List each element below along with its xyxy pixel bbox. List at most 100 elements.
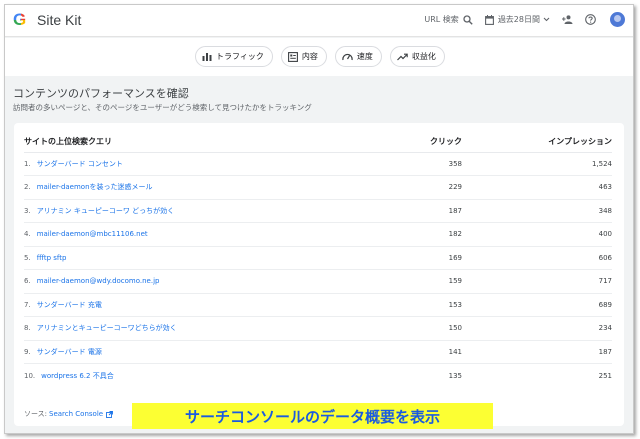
query-link[interactable]: サンダーバード 電源 xyxy=(37,348,102,356)
impressions-cell: 606 xyxy=(462,246,612,270)
table-row: 2. mailer-daemonを装った迷惑メール 229 463 xyxy=(24,175,612,200)
query-link[interactable]: wordpress 6.2 不具合 xyxy=(41,372,114,380)
tab-content[interactable]: 内容 xyxy=(280,46,327,67)
impressions-cell: 463 xyxy=(462,175,612,200)
data-source: ソース: Search Console xyxy=(24,409,114,419)
table-row: 5. ffftp sftp 169 606 xyxy=(24,246,612,270)
table-row: 1. サンダーバード コンセント 358 1,524 xyxy=(24,152,612,176)
top-queries-table: サイトの上位検索クエリ クリック インプレッション 1. サンダーバード コンセン… xyxy=(24,131,612,387)
top-queries-card: サイトの上位検索クエリ クリック インプレッション 1. サンダーバード コンセン… xyxy=(14,123,624,426)
source-prefix: ソース: xyxy=(24,410,48,418)
query-cell: 5. ffftp sftp xyxy=(24,246,372,270)
query-link[interactable]: mailer-daemon@wdy.docomo.ne.jp xyxy=(37,277,160,285)
impressions-cell: 689 xyxy=(462,293,612,317)
query-link[interactable]: サンダーバード コンセント xyxy=(37,160,123,168)
table-header-row: サイトの上位検索クエリ クリック インプレッション xyxy=(24,131,612,153)
search-console-link[interactable]: Search Console xyxy=(49,410,103,418)
impressions-cell: 348 xyxy=(462,199,612,223)
url-search-label: URL 検索 xyxy=(424,15,459,24)
table-row: 7. サンダーバード 充電 153 689 xyxy=(24,293,612,317)
impressions-cell: 717 xyxy=(462,269,612,294)
clicks-cell: 159 xyxy=(372,269,462,294)
tab-monetization[interactable]: 収益化 xyxy=(389,46,445,67)
impressions-cell: 400 xyxy=(462,222,612,247)
table-row: 6. mailer-daemon@wdy.docomo.ne.jp 159 717 xyxy=(24,269,612,294)
search-icon xyxy=(463,14,473,25)
query-link[interactable]: mailer-daemon@mbc11106.net xyxy=(37,230,148,238)
table-row: 10. wordpress 6.2 不具合 135 251 xyxy=(24,364,612,388)
site-kit-logo[interactable]: G Site Kit xyxy=(13,11,82,28)
tab-speed[interactable]: 速度 xyxy=(334,46,382,67)
row-number: 8. xyxy=(24,324,31,333)
clicks-cell: 153 xyxy=(372,293,462,317)
chevron-down-icon xyxy=(543,17,550,22)
clicks-cell: 358 xyxy=(372,152,462,176)
clicks-cell: 141 xyxy=(372,340,462,364)
url-search-button[interactable]: URL 検索 xyxy=(424,14,473,25)
tab-content-label: 内容 xyxy=(301,52,318,61)
query-cell: 1. サンダーバード コンセント xyxy=(24,152,372,176)
add-user-icon xyxy=(562,15,573,24)
trending-up-icon xyxy=(396,53,408,60)
tab-monetization-label: 収益化 xyxy=(411,52,436,61)
row-number: 10. xyxy=(24,371,36,380)
column-header-impressions: インプレッション xyxy=(462,131,612,153)
row-number: 2. xyxy=(24,183,31,192)
row-number: 7. xyxy=(24,300,31,309)
speed-icon xyxy=(342,53,353,61)
row-number: 1. xyxy=(24,159,31,168)
query-cell: 2. mailer-daemonを装った迷惑メール xyxy=(24,175,372,200)
clicks-cell: 187 xyxy=(372,199,462,223)
row-number: 6. xyxy=(24,277,31,286)
nav-chips: トラフィック 内容 速度 収益化 xyxy=(195,46,445,67)
section-title: コンテンツのパフォーマンスを確認 xyxy=(13,87,189,100)
help-icon xyxy=(585,14,596,25)
clicks-cell: 182 xyxy=(372,222,462,247)
clicks-cell: 150 xyxy=(372,316,462,341)
impressions-cell: 187 xyxy=(462,340,612,364)
table-row: 9. サンダーバード 電源 141 187 xyxy=(24,340,612,364)
query-cell: 4. mailer-daemon@mbc11106.net xyxy=(24,222,372,247)
clicks-cell: 135 xyxy=(448,371,462,380)
column-header-query: サイトの上位検索クエリ xyxy=(24,131,372,153)
row-number: 9. xyxy=(24,347,31,356)
query-link[interactable]: アリナミンとキューピーコーワどちらが効く xyxy=(37,324,177,332)
query-cell: 10. wordpress 6.2 不具合 xyxy=(24,364,372,388)
row-number: 3. xyxy=(24,206,31,215)
help-button[interactable] xyxy=(585,14,596,25)
date-range-selector[interactable]: 過去28日間 xyxy=(484,14,550,25)
brand-name: Site Kit xyxy=(37,12,82,28)
bar-chart-icon xyxy=(202,53,212,61)
row-number: 4. xyxy=(24,230,31,239)
query-link[interactable]: サンダーバード 充電 xyxy=(37,301,102,309)
date-range-label: 過去28日間 xyxy=(497,15,540,24)
clicks-cell: 169 xyxy=(372,246,462,270)
query-cell: 7. サンダーバード 充電 xyxy=(24,293,372,317)
content-icon xyxy=(287,51,298,62)
row-number: 5. xyxy=(24,253,31,262)
external-link-icon[interactable] xyxy=(106,410,114,418)
column-header-clicks: クリック xyxy=(372,131,462,153)
impressions-cell: 234 xyxy=(462,316,612,341)
tab-traffic-label: トラフィック xyxy=(216,52,264,61)
table-row: 4. mailer-daemon@mbc11106.net 182 400 xyxy=(24,222,612,247)
top-header: G Site Kit URL 検索 過去28日間 xyxy=(5,5,633,37)
user-avatar[interactable] xyxy=(610,12,625,27)
table-row: 3. アリナミン キューピーコーワ どっちが効く 187 348 xyxy=(24,199,612,223)
impressions-cell: 1,524 xyxy=(462,152,612,176)
query-link[interactable]: mailer-daemonを装った迷惑メール xyxy=(37,183,153,191)
header-tools: URL 検索 過去28日間 xyxy=(412,12,625,27)
query-link[interactable]: ffftp sftp xyxy=(37,254,67,262)
manage-users-button[interactable] xyxy=(562,15,573,24)
caption-banner: サーチコンソールのデータ概要を表示 xyxy=(132,403,493,429)
table-row: 8. アリナミンとキューピーコーワどちらが効く 150 234 xyxy=(24,316,612,341)
impressions-cell: 251 xyxy=(598,371,612,380)
section-subtitle: 訪問者の多いページと、そのページをユーザーがどう検索して見つけたかをトラッキング xyxy=(13,103,312,112)
query-link[interactable]: アリナミン キューピーコーワ どっちが効く xyxy=(37,207,174,215)
tab-speed-label: 速度 xyxy=(356,52,373,61)
calendar-icon xyxy=(484,14,494,25)
tab-traffic[interactable]: トラフィック xyxy=(195,46,273,67)
screenshot-frame: G Site Kit URL 検索 過去28日間 トラフィック 内容 速度 収益… xyxy=(4,4,634,434)
dashboard-nav: トラフィック 内容 速度 収益化 xyxy=(5,38,633,76)
caption-text: サーチコンソールのデータ概要を表示 xyxy=(184,407,440,426)
